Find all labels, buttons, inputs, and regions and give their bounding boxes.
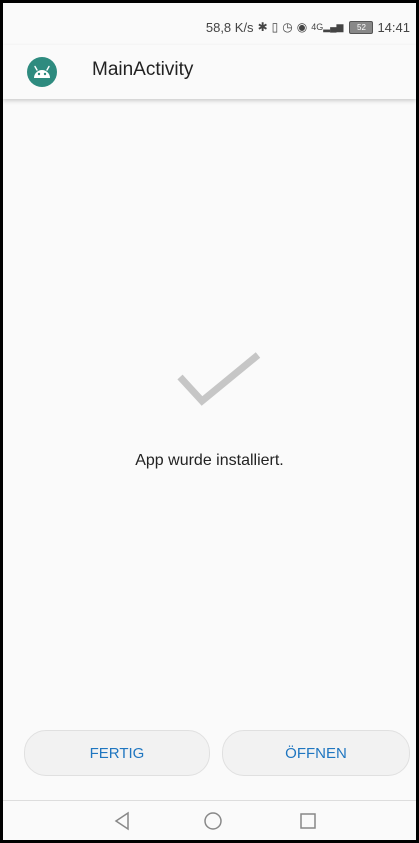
battery-icon: 52 xyxy=(349,20,374,34)
checkmark-icon xyxy=(177,352,261,406)
open-button[interactable]: ÖFFNEN xyxy=(222,730,410,776)
clock: 14:41 xyxy=(377,19,410,35)
open-button-label: ÖFFNEN xyxy=(285,744,347,762)
install-result: App wurde installiert. xyxy=(3,99,416,719)
app-bar: MainActivity xyxy=(3,45,416,99)
bluetooth-icon: ✱ xyxy=(257,20,268,34)
network-speed: 58,8 K/s xyxy=(205,19,254,35)
install-message: App wurde installiert. xyxy=(135,452,284,469)
screen: 58,8 K/s ✱ ▯ ◷ ◉ 4G▂▄▆ 52 14:41 MainActi… xyxy=(3,3,416,840)
status-bar: 58,8 K/s ✱ ▯ ◷ ◉ 4G▂▄▆ 52 14:41 xyxy=(3,3,416,45)
home-icon[interactable] xyxy=(203,811,223,831)
signal-icon: 4G▂▄▆ xyxy=(311,21,344,32)
page-title: MainActivity xyxy=(92,59,194,80)
signal-label: 4G xyxy=(311,21,324,32)
status-icons: 58,8 K/s ✱ ▯ ◷ ◉ 4G▂▄▆ 52 14:41 xyxy=(206,17,410,37)
done-button-label: FERTIG xyxy=(89,744,145,762)
alarm-icon: ◷ xyxy=(282,20,293,34)
battery-level: 52 xyxy=(357,22,366,32)
android-icon xyxy=(27,57,57,87)
back-icon[interactable] xyxy=(113,811,131,831)
done-button[interactable]: FERTIG xyxy=(24,730,210,776)
navigation-bar xyxy=(3,800,416,840)
vibrate-icon: ▯ xyxy=(271,20,279,34)
recent-apps-icon[interactable] xyxy=(300,813,316,829)
eye-comfort-icon: ◉ xyxy=(296,20,308,34)
